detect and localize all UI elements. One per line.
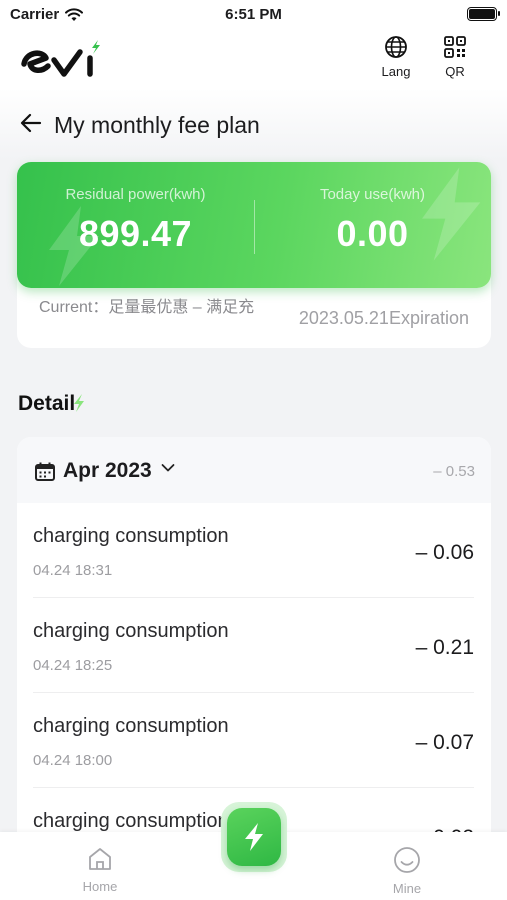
transaction-amount: – 0.21	[415, 636, 474, 659]
residual-power-label: Residual power(kwh)	[65, 186, 206, 203]
lightning-bolt-icon	[245, 823, 263, 851]
lang-label: Lang	[381, 64, 411, 79]
transaction-row[interactable]: charging consumption 04.24 18:25 – 0.21	[33, 598, 474, 693]
home-icon	[89, 848, 111, 870]
tab-home-label: Home	[82, 879, 118, 894]
transaction-title: charging consumption	[33, 810, 229, 832]
transaction-title: charging consumption	[33, 620, 229, 642]
globe-icon	[385, 36, 407, 58]
tab-mine-label: Mine	[392, 881, 422, 896]
transaction-title: charging consumption	[33, 525, 229, 547]
today-use-label: Today use(kwh)	[319, 186, 426, 203]
tab-mine[interactable]: Mine	[377, 846, 437, 896]
today-use-stat: Today use(kwh) 0.00	[254, 186, 491, 255]
charge-button-face	[227, 808, 281, 866]
plan-card: Residual power(kwh) 899.47 Today use(kwh…	[17, 162, 491, 348]
qr-code-icon	[444, 36, 466, 58]
chevron-down-icon	[161, 464, 175, 472]
lang-button[interactable]: Lang	[376, 35, 416, 79]
lightning-accent-icon	[74, 394, 85, 412]
calendar-icon	[35, 462, 55, 481]
transaction-time: 04.24 18:25	[33, 657, 113, 674]
detail-heading: Detail	[18, 392, 85, 416]
transaction-row[interactable]: charging consumption 04.24 18:31 – 0.06	[33, 503, 474, 598]
transactions-card: Apr 2023 – 0.53 charging consumption 04.…	[17, 437, 491, 857]
transaction-title: charging consumption	[33, 715, 229, 737]
residual-power-stat: Residual power(kwh) 899.47	[17, 186, 254, 255]
transaction-amount: – 0.07	[415, 731, 474, 754]
transaction-row[interactable]: charging consumption 04.24 18:00 – 0.07	[33, 693, 474, 788]
clock: 6:51 PM	[225, 6, 282, 23]
charge-button[interactable]	[221, 802, 287, 872]
today-use-value: 0.00	[336, 213, 409, 254]
current-plan-text: Current：足量最优惠 – 满足充	[39, 299, 255, 316]
month-total: – 0.53	[433, 463, 475, 480]
smiley-face-icon	[394, 847, 420, 873]
transaction-amount: – 0.06	[415, 541, 474, 564]
page-header: My monthly fee plan	[0, 88, 507, 160]
transaction-time: 04.24 18:31	[33, 562, 113, 579]
page-title: My monthly fee plan	[54, 112, 260, 138]
qr-label: QR	[445, 64, 465, 79]
detail-title: Detail	[18, 392, 76, 415]
tab-home[interactable]: Home	[70, 846, 130, 894]
evi-logo	[21, 40, 100, 77]
expiration-date: 2023.05.21Expiration	[298, 308, 469, 328]
balance-banner: Residual power(kwh) 899.47 Today use(kwh…	[17, 162, 491, 288]
qr-button[interactable]: QR	[435, 35, 475, 79]
battery-icon	[467, 7, 500, 21]
app-header: Lang QR	[0, 30, 507, 88]
month-label: Apr 2023	[63, 459, 152, 482]
status-bar: Carrier 6:51 PM	[0, 0, 507, 30]
residual-power-value: 899.47	[78, 213, 193, 254]
back-arrow-icon[interactable]	[20, 113, 42, 133]
month-selector[interactable]: Apr 2023 – 0.53	[17, 437, 491, 503]
transaction-time: 04.24 18:00	[33, 752, 113, 769]
